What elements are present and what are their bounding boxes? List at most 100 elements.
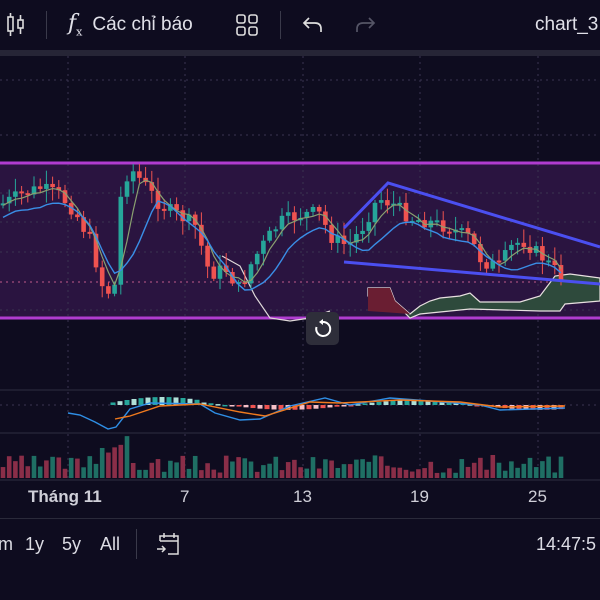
volume-bar: [242, 458, 248, 478]
macd-histogram-bar: [327, 405, 333, 408]
volume-bar: [285, 462, 291, 478]
macd-histogram-bar: [320, 405, 326, 409]
range-1y-button[interactable]: 1y: [25, 534, 44, 555]
calendar-goto-icon[interactable]: [156, 531, 182, 562]
macd-histogram-bar: [362, 403, 368, 405]
candle-body: [546, 260, 551, 263]
undo-icon[interactable]: [302, 0, 324, 50]
candle-body: [366, 222, 372, 231]
range-button[interactable]: m: [0, 534, 13, 555]
volume-bar: [124, 436, 130, 478]
candle-body: [316, 206, 322, 212]
volume-bar: [347, 464, 353, 478]
macd-histogram-bar: [334, 405, 340, 407]
volume-bar: [106, 452, 111, 478]
volume-bar: [19, 455, 24, 478]
candle-body: [205, 245, 210, 267]
indicators-button[interactable]: fx Các chỉ báo: [68, 0, 193, 50]
reset-chart-button[interactable]: [306, 312, 339, 345]
candle-body: [261, 240, 266, 254]
macd-histogram-bar: [131, 398, 137, 405]
channel-fill: [0, 163, 600, 318]
volume-bar: [378, 456, 384, 478]
volume-bar: [236, 457, 241, 478]
volume-bar: [81, 467, 86, 478]
volume-bar: [254, 471, 260, 478]
candle-body: [385, 200, 390, 206]
candle-body: [434, 220, 440, 223]
volume-bar: [168, 460, 173, 478]
candle-body: [254, 253, 260, 265]
candle-body: [19, 191, 24, 194]
volume-bar: [335, 467, 341, 478]
macd-histogram-bar: [243, 405, 249, 408]
candle-body: [137, 171, 142, 178]
candle-body: [44, 183, 49, 189]
volume-bar: [292, 459, 297, 478]
macd-histogram-bar: [390, 400, 396, 405]
time-axis-label: 7: [180, 487, 190, 506]
volume-bar: [155, 459, 161, 478]
time-axis-label: 25: [528, 487, 547, 506]
candle-body: [360, 230, 365, 235]
volume-bar: [304, 468, 310, 478]
macd-histogram-bar: [215, 404, 221, 406]
volume-bar: [558, 456, 564, 478]
volume-bar: [93, 463, 99, 478]
candlestick-icon[interactable]: [6, 0, 26, 50]
volume-bar: [440, 472, 446, 478]
clock: 14:47:5: [536, 534, 597, 554]
range-all-button[interactable]: All: [100, 534, 120, 555]
redo-icon[interactable]: [354, 0, 376, 50]
candle-body: [521, 242, 527, 247]
macd-histogram-bar: [397, 400, 403, 405]
volume-bar: [0, 467, 6, 478]
volume-bar: [533, 467, 539, 478]
candle-body: [310, 206, 316, 212]
range-5y-button[interactable]: 5y: [62, 534, 81, 555]
macd-histogram-bar: [117, 401, 123, 405]
volume-bar: [341, 464, 347, 478]
volume-bar: [409, 471, 415, 478]
candle-body: [273, 229, 279, 232]
volume-bar: [385, 465, 390, 478]
volume-bar: [118, 444, 124, 478]
chart-name[interactable]: chart_3: [535, 0, 598, 50]
time-axis-label: Tháng 11: [28, 487, 102, 506]
volume-bar: [546, 456, 551, 478]
candle-body: [37, 186, 43, 189]
toolbar-divider: [280, 11, 281, 39]
candle-body: [527, 246, 533, 253]
volume-bar: [465, 466, 471, 478]
candle-body: [99, 267, 105, 287]
volume-bar: [521, 463, 527, 478]
volume-bar: [56, 457, 62, 478]
volume-bar: [267, 463, 272, 478]
volume-bar: [13, 461, 18, 478]
volume-bar: [273, 456, 279, 478]
macd-histogram-bar: [208, 403, 214, 405]
volume-bar: [329, 460, 334, 478]
candle-body: [292, 212, 297, 221]
volume-bar: [6, 456, 12, 478]
candle-body: [502, 250, 508, 261]
indicators-label: Các chỉ báo: [92, 14, 193, 35]
candle-body: [509, 244, 514, 251]
function-fx-icon: fx: [68, 11, 83, 39]
candle-body: [285, 212, 291, 216]
volume-bar: [25, 466, 31, 478]
candle-body: [106, 286, 111, 294]
grid-layout-icon[interactable]: [235, 0, 259, 50]
price-chart[interactable]: [0, 56, 600, 482]
volume-bar: [261, 465, 266, 478]
volume-bar: [397, 467, 403, 478]
volume-bar: [316, 468, 322, 478]
volume-bar: [223, 455, 229, 478]
volume-bar: [527, 457, 533, 478]
volume-bar: [50, 456, 55, 478]
candle-body: [13, 191, 18, 197]
volume-bar: [62, 468, 68, 478]
volume-bar: [323, 459, 328, 478]
volume-bar: [434, 472, 440, 478]
macd-histogram-bar: [306, 405, 312, 410]
